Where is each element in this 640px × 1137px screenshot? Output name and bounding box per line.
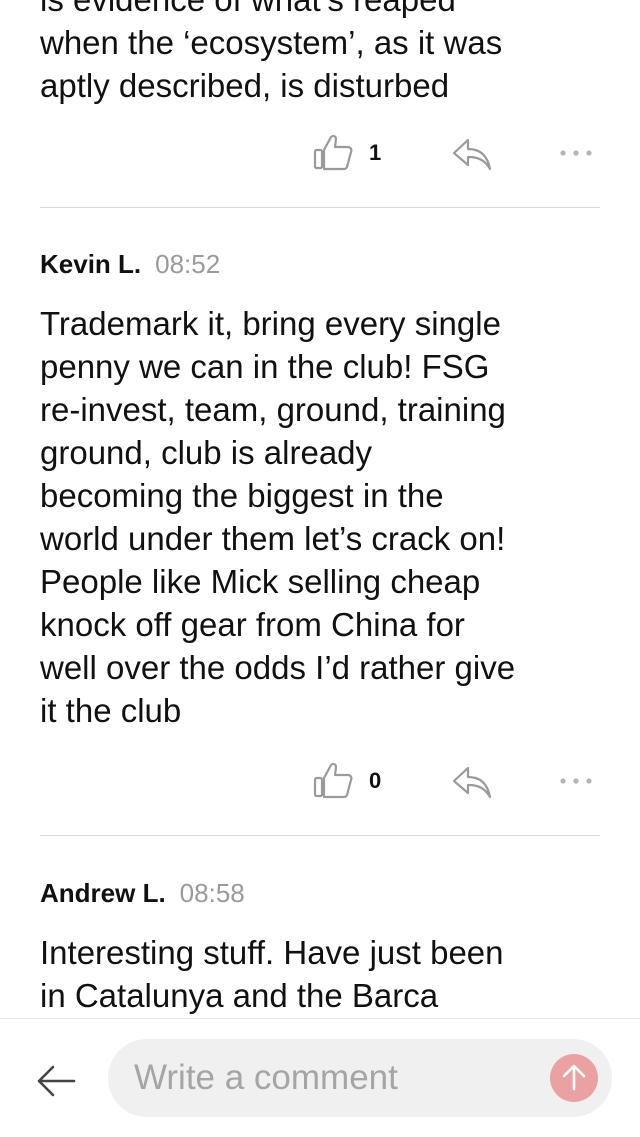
comment-header: Andrew L. 08:58	[40, 873, 245, 913]
comment-line: Trademark it, bring every single	[40, 305, 501, 342]
comment-composer-bar: Write a comment	[0, 1018, 640, 1137]
thumbs-up-icon[interactable]	[312, 760, 354, 802]
comment-text: Interesting stuff. Have just been in Cat…	[40, 931, 606, 1017]
comment-text: Trademark it, bring every single penny w…	[40, 302, 606, 732]
like-count: 0	[369, 768, 382, 793]
comment-time: 08:52	[155, 249, 221, 279]
comment-line: re-invest, team, ground, training	[40, 391, 506, 428]
comment-line: when the ‘ecosystem’, as it was	[40, 24, 503, 61]
comment-line: becoming the biggest in the	[40, 477, 444, 514]
send-button[interactable]	[550, 1054, 598, 1102]
comments-feed[interactable]: is evidence of what’s reaped when the ‘e…	[0, 0, 640, 1018]
comment-line: penny we can in the club! FSG	[40, 348, 490, 385]
comment-line: knock off gear from China for	[40, 606, 465, 643]
comment-actions: 0	[0, 760, 640, 804]
comment-divider	[40, 835, 600, 836]
send-arrow-icon	[562, 1064, 586, 1091]
more-dots-icon[interactable]	[556, 142, 596, 164]
like-count: 1	[369, 140, 382, 165]
author-name[interactable]: Kevin L.	[40, 249, 141, 279]
comment-line: Interesting stuff. Have just been	[40, 934, 504, 971]
comment-line: well over the odds I’d rather give	[40, 649, 516, 686]
comment-input[interactable]: Write a comment	[108, 1039, 612, 1117]
author-name[interactable]: Andrew L.	[40, 878, 166, 908]
comment-line: is evidence of what’s reaped	[40, 0, 606, 21]
thumbs-up-icon[interactable]	[312, 132, 354, 174]
comment-line: in Catalunya and the Barca	[40, 977, 439, 1014]
back-arrow-icon[interactable]	[34, 1059, 78, 1103]
comment-line: world under them let’s crack on!	[40, 520, 506, 557]
comment-header: Kevin L. 08:52	[40, 244, 220, 284]
reply-arrow-icon[interactable]	[450, 134, 494, 174]
comment-input-placeholder: Write a comment	[134, 1058, 398, 1097]
comment-line: it the club	[40, 692, 182, 729]
comment-line: People like Mick selling cheap	[40, 563, 481, 600]
comment-line: aptly described, is disturbed	[40, 67, 450, 104]
comment-text: is evidence of what’s reaped when the ‘e…	[40, 0, 606, 107]
reply-arrow-icon[interactable]	[450, 762, 494, 802]
comment-divider	[40, 207, 600, 208]
more-dots-icon[interactable]	[556, 770, 596, 792]
comment-line: ground, club is already	[40, 434, 373, 471]
comment-actions: 1	[0, 132, 640, 176]
comment-time: 08:58	[179, 878, 245, 908]
